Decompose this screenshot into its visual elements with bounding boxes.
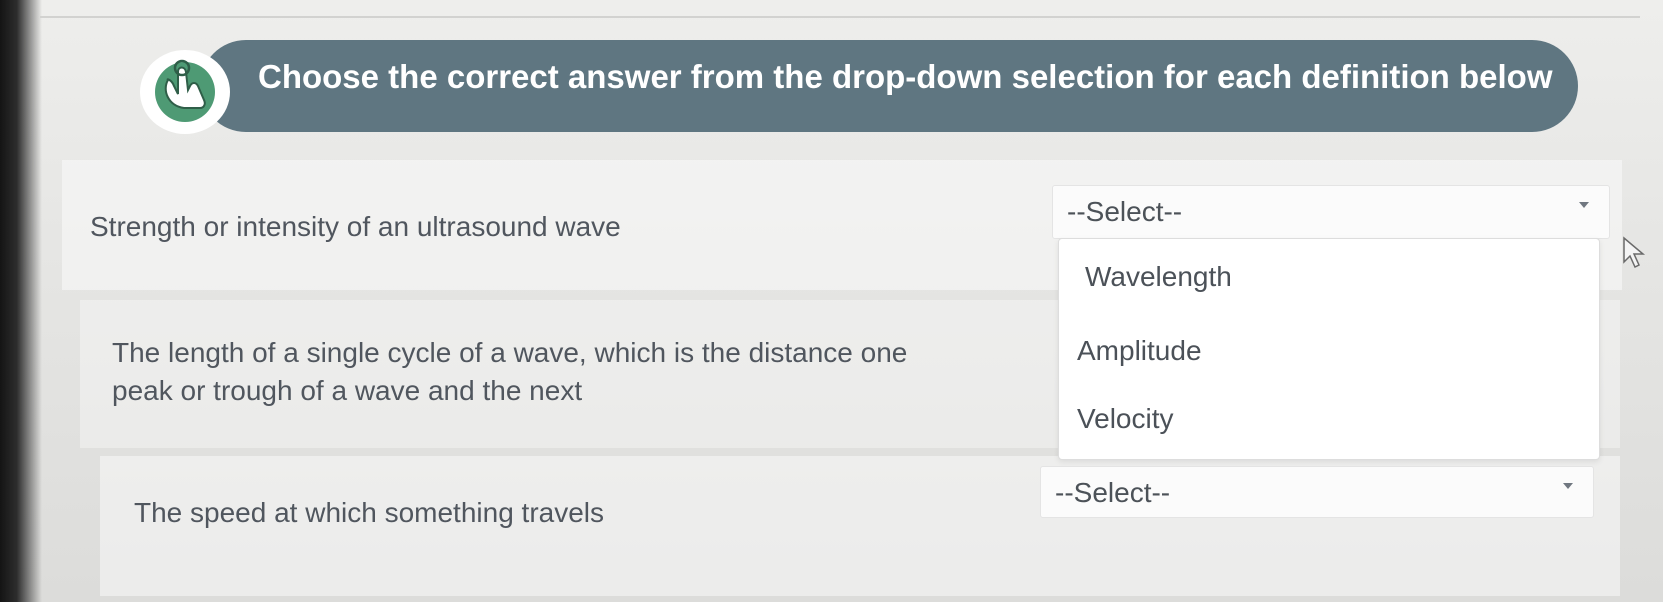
chevron-down-icon [1563, 483, 1573, 489]
dropdown-option[interactable]: Amplitude [1077, 335, 1202, 367]
dropdown-option[interactable]: Wavelength [1085, 261, 1232, 293]
definition-text: The speed at which something travels [134, 497, 605, 528]
top-divider [40, 16, 1640, 18]
chevron-down-icon [1579, 202, 1589, 208]
instruction-title: Choose the correct answer from the drop-… [258, 58, 1553, 95]
mouse-cursor-icon [1622, 236, 1648, 275]
select-value: --Select-- [1055, 477, 1171, 508]
hand-pointer-icon [140, 50, 230, 134]
answer-select[interactable]: --Select-- [1040, 466, 1594, 518]
screen-edge-shadow [0, 0, 42, 602]
answer-select[interactable]: --Select-- [1052, 185, 1610, 239]
select-value: --Select-- [1067, 196, 1183, 227]
definition-text: The length of a single cycle of a wave, … [112, 337, 908, 406]
dropdown-option[interactable]: Velocity [1077, 403, 1174, 435]
dropdown-list: Wavelength Amplitude Velocity [1058, 238, 1600, 460]
definition-text: Strength or intensity of an ultrasound w… [90, 211, 621, 242]
